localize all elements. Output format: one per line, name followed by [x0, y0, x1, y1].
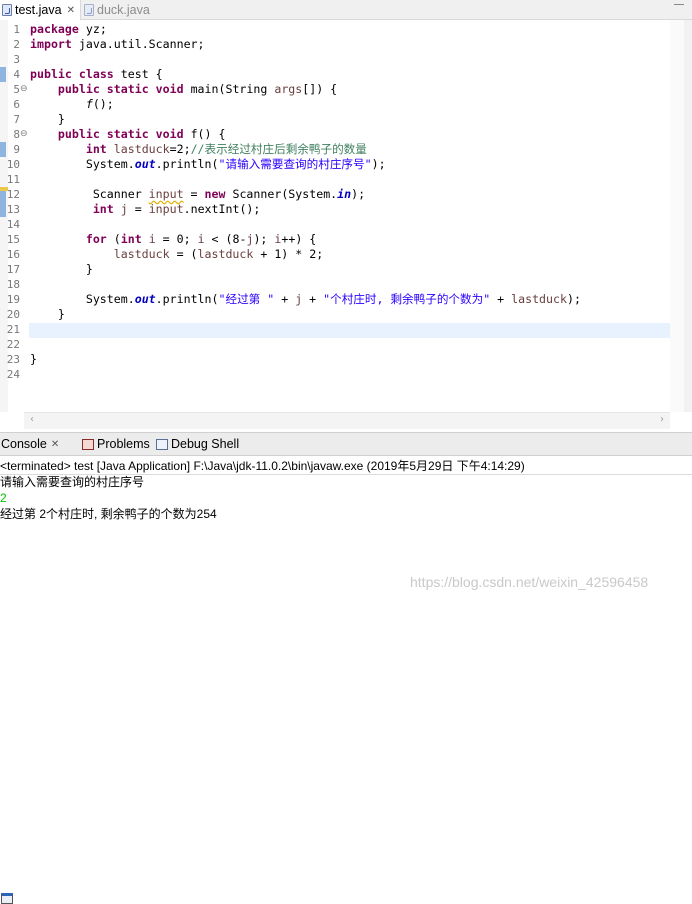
line-number: 12	[6, 188, 20, 201]
code-line-19: System.out.println("经过第 " + j + "个村庄时, 剩…	[85, 292, 581, 306]
line-number: 24	[6, 368, 20, 381]
vertical-scrollbar[interactable]	[684, 20, 692, 412]
tab-label: Problems	[97, 437, 150, 451]
line-number: 18	[6, 278, 20, 291]
scroll-left-icon[interactable]: ‹	[30, 414, 34, 425]
tab-test-java[interactable]: test.java ✕	[0, 0, 81, 20]
code-line-8: public static void f() {	[57, 127, 226, 141]
code-line-6: f();	[85, 97, 114, 111]
code-line-1: package yz;	[30, 22, 107, 36]
line-number: 7	[13, 113, 20, 126]
editor-tab-bar: test.java ✕ duck.java	[0, 0, 692, 20]
line-number: 9	[13, 143, 20, 156]
fold-collapse-icon[interactable]: ⊖	[20, 82, 28, 97]
fold-collapse-icon[interactable]: ⊖	[20, 127, 28, 142]
code-line-20: }	[57, 307, 65, 321]
line-number: 22	[6, 338, 20, 351]
tab-label: Console	[1, 437, 47, 451]
line-number: 14	[6, 218, 20, 231]
tab-problems[interactable]: Problems	[82, 437, 150, 451]
code-line-15: for (int i = 0; i < (8-j); i++) {	[85, 232, 317, 246]
code-line-10: System.out.println("请输入需要查询的村庄序号");	[85, 157, 386, 171]
close-icon[interactable]: ✕	[51, 439, 59, 450]
line-number: 3	[13, 53, 20, 66]
line-number: 21	[6, 323, 20, 336]
line-number: 6	[13, 98, 20, 111]
overview-ruler[interactable]	[670, 20, 684, 412]
line-number: 10	[6, 158, 20, 171]
line-number: 11	[6, 173, 20, 186]
line-number: 16	[6, 248, 20, 261]
code-line-12: Scanner input = new Scanner(System.in);	[92, 187, 366, 201]
code-editor[interactable]: 1 2 3 4 5 6 7 8 9 10 11 12 13 14 15 16 1…	[0, 20, 692, 430]
line-number: 5	[13, 83, 20, 96]
tab-console[interactable]: Console ✕	[1, 437, 59, 904]
line-number: 15	[6, 233, 20, 246]
debug-shell-icon	[156, 438, 168, 450]
java-file-icon	[84, 4, 94, 16]
tab-duck-java[interactable]: duck.java	[82, 0, 150, 20]
code-line-16: lastduck = (lastduck + 1) * 2;	[113, 247, 324, 261]
horizontal-scrollbar[interactable]: ‹ ›	[24, 412, 670, 429]
line-number: 8	[13, 128, 20, 141]
java-file-icon	[2, 4, 12, 16]
code-line-17: }	[85, 262, 93, 276]
current-line-highlight	[29, 323, 670, 338]
code-line-4: public class test {	[30, 67, 163, 81]
line-number: 17	[6, 263, 20, 276]
console-icon	[1, 893, 13, 904]
console-header: <terminated> test [Java Application] F:\…	[0, 459, 525, 473]
console-output[interactable]: <terminated> test [Java Application] F:\…	[0, 456, 692, 600]
line-number: 20	[6, 308, 20, 321]
line-number: 4	[13, 68, 20, 81]
tab-debug-shell[interactable]: Debug Shell	[156, 437, 239, 451]
line-number: 23	[6, 353, 20, 366]
code-line-2: import java.util.Scanner;	[30, 37, 205, 51]
console-tab-bar: Console ✕ Problems Debug Shell	[0, 432, 692, 904]
line-number: 2	[13, 38, 20, 51]
console-user-input: 2	[0, 491, 7, 505]
code-line-23: }	[30, 352, 37, 366]
close-icon[interactable]: ✕	[67, 5, 75, 16]
line-number: 1	[13, 23, 20, 36]
problems-icon	[82, 438, 94, 450]
tab-label: Debug Shell	[171, 437, 240, 451]
tab-label: duck.java	[97, 3, 150, 17]
code-line-13: int j = input.nextInt();	[92, 202, 261, 216]
scroll-right-icon[interactable]: ›	[660, 414, 664, 425]
code-line-5: public static void main(String args[]) {	[57, 82, 338, 96]
watermark: https://blog.csdn.net/weixin_42596458	[410, 574, 649, 590]
code-line-7: }	[57, 112, 65, 126]
console-output-line: 经过第 2个村庄时, 剩余鸭子的个数为254	[0, 507, 217, 521]
minimize-icon[interactable]	[674, 4, 684, 14]
line-number: 13	[6, 203, 20, 216]
tab-label: test.java	[15, 3, 62, 17]
line-number: 19	[6, 293, 20, 306]
console-output-line: 请输入需要查询的村庄序号	[0, 475, 145, 489]
code-line-9: int lastduck=2;//表示经过村庄后剩余鸭子的数量	[85, 142, 367, 156]
